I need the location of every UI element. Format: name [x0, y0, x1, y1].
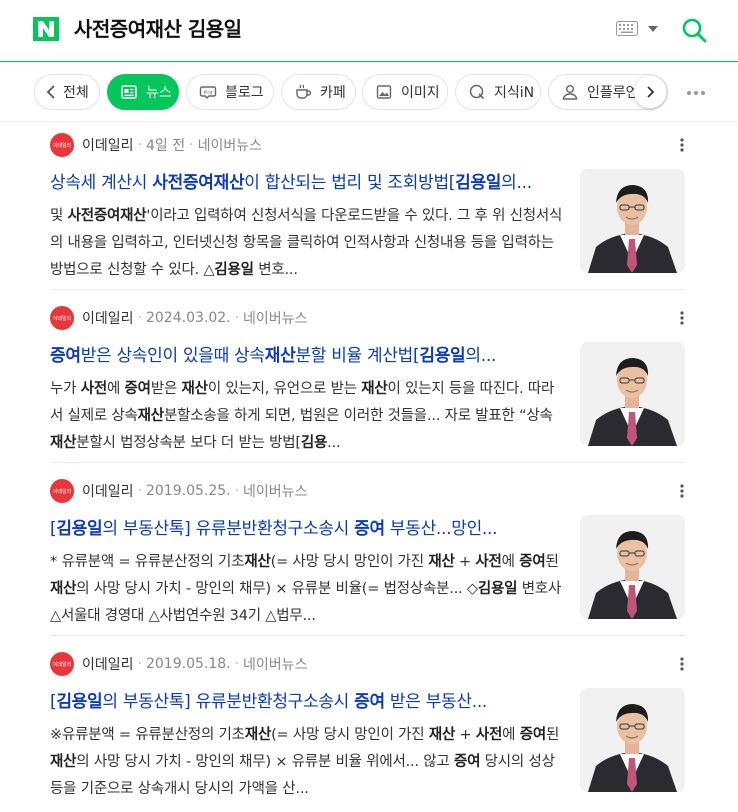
- tab-blog[interactable]: blog 블로그: [186, 74, 274, 110]
- naver-logo-icon[interactable]: [33, 17, 59, 41]
- tab-all[interactable]: 전체: [34, 74, 100, 110]
- news-result-item: 이데일리 이데일리 · 4일 전 · 네이버뉴스 상속세 계산시 사전증여재산이 합산되는 …: [50, 133, 686, 293]
- separator-dot: ·: [234, 656, 240, 672]
- result-description: 및 사전증여재산'이라고 입력하여 신청서식을 다운로드받을 수 있다. 그 후…: [50, 208, 563, 278]
- tab-cafe[interactable]: 카페: [281, 74, 356, 110]
- more-horizontal-icon[interactable]: [686, 90, 706, 96]
- tab-label: 카페: [320, 85, 346, 101]
- result-source-row: 이데일리 이데일리 · 2024.03.02. · 네이버뉴스: [50, 306, 307, 330]
- press-logo-icon[interactable]: 이데일리: [50, 306, 74, 330]
- lawyer-portrait-thumbnail: [580, 515, 685, 619]
- result-date: 4일 전: [145, 138, 186, 154]
- result-source-row: 이데일리 이데일리 · 2019.05.25. · 네이버뉴스: [50, 479, 307, 503]
- tab-label: 지식iN: [494, 85, 535, 101]
- tab-news[interactable]: 뉴스: [107, 74, 179, 110]
- news-result-item: 이데일리 이데일리 · 2024.03.02. · 네이버뉴스 증여받은 상속인이 있을때 …: [50, 306, 686, 466]
- tab-label: 뉴스: [146, 85, 172, 101]
- lawyer-portrait-thumbnail: [580, 169, 685, 273]
- result-thumbnail[interactable]: [580, 342, 685, 446]
- search-tabs: 전체 뉴스 blog 블로그 카페 이미지 지식iN 인플루언서: [0, 62, 738, 122]
- news-result-item: 이데일리 이데일리 · 2019.05.25. · 네이버뉴스 [김용일의 부동산톡] 유류…: [50, 479, 686, 639]
- more-vertical-icon[interactable]: [680, 311, 684, 325]
- search-header: 사전증여재산 김용일: [0, 0, 738, 62]
- press-logo-icon[interactable]: 이데일리: [50, 652, 74, 676]
- chevron-down-icon[interactable]: [648, 26, 658, 32]
- result-title-link[interactable]: [김용일의 부동산톡] 유류분반환청구소송시 증여 부동산...망인...: [50, 516, 564, 542]
- separator-dot: ·: [137, 310, 142, 326]
- tab-kin[interactable]: 지식iN: [455, 74, 541, 110]
- news-icon: [121, 85, 137, 99]
- result-description: ※유류분액 = 유류분산정의 기초재산(= 사망 당시 망인이 가진 재산 + …: [50, 727, 560, 797]
- separator-dot: ·: [137, 137, 142, 153]
- separator-dot: ·: [234, 483, 240, 499]
- svg-text:blog: blog: [204, 90, 213, 95]
- tab-image[interactable]: 이미지: [362, 74, 448, 110]
- press-name[interactable]: 이데일리: [82, 135, 134, 155]
- search-query[interactable]: 사전증여재산 김용일: [74, 15, 242, 43]
- keyboard-icon[interactable]: [616, 21, 638, 36]
- more-vertical-icon[interactable]: [680, 484, 684, 498]
- lawyer-portrait-thumbnail: [580, 342, 685, 446]
- result-date: 2019.05.25.: [145, 483, 231, 499]
- naver-news-link[interactable]: 네이버뉴스: [198, 135, 262, 155]
- result-title-link[interactable]: 상속세 계산시 사전증여재산이 합산되는 법리 및 조회방법[김용일의...: [50, 170, 564, 196]
- result-source-row: 이데일리 이데일리 · 4일 전 · 네이버뉴스: [50, 133, 262, 157]
- kin-icon: [469, 84, 485, 100]
- tabs-next-button[interactable]: [634, 76, 666, 108]
- result-date: 2024.03.02.: [145, 310, 231, 326]
- press-name[interactable]: 이데일리: [82, 654, 134, 674]
- press-logo-icon[interactable]: 이데일리: [50, 479, 74, 503]
- result-divider: [50, 289, 686, 290]
- person-icon: [562, 85, 578, 100]
- result-divider: [50, 635, 686, 636]
- more-vertical-icon[interactable]: [680, 657, 684, 671]
- press-name[interactable]: 이데일리: [82, 481, 134, 501]
- search-icon[interactable]: [681, 17, 707, 43]
- naver-news-link[interactable]: 네이버뉴스: [243, 481, 307, 501]
- news-result-item: 이데일리 이데일리 · 2019.05.18. · 네이버뉴스 [김용일의 부동산톡] 유류…: [50, 652, 686, 812]
- press-logo-icon[interactable]: 이데일리: [50, 133, 74, 157]
- chevron-left-icon: [46, 85, 55, 99]
- lawyer-portrait-thumbnail: [580, 688, 685, 792]
- image-icon: [376, 85, 392, 99]
- result-title-link[interactable]: [김용일의 부동산톡] 유류분반환청구소송시 증여 받은 부동산...: [50, 689, 564, 715]
- result-source-row: 이데일리 이데일리 · 2019.05.18. · 네이버뉴스: [50, 652, 307, 676]
- result-title-link[interactable]: 증여받은 상속인이 있을때 상속재산분할 비율 계산법[김용일의...: [50, 343, 564, 369]
- naver-news-link[interactable]: 네이버뉴스: [243, 654, 307, 674]
- separator-dot: ·: [189, 137, 194, 153]
- result-thumbnail[interactable]: [580, 169, 685, 273]
- naver-news-link[interactable]: 네이버뉴스: [243, 308, 307, 328]
- result-divider: [50, 462, 686, 463]
- tab-label: 전체: [63, 85, 89, 101]
- tab-label: 블로그: [225, 85, 264, 101]
- result-description: * 유류분액 = 유류분산정의 기초재산(= 사망 당시 망인이 가진 재산 +…: [50, 554, 562, 624]
- cafe-icon: [296, 84, 312, 99]
- press-name[interactable]: 이데일리: [82, 308, 134, 328]
- separator-dot: ·: [234, 310, 240, 326]
- result-date: 2019.05.18.: [145, 656, 231, 672]
- tab-label: 이미지: [401, 85, 440, 101]
- result-description: 누가 사전에 증여받은 재산이 있는지, 유언으로 받는 재산이 있는지 등을 …: [50, 381, 555, 451]
- result-thumbnail[interactable]: [580, 515, 685, 619]
- result-thumbnail[interactable]: [580, 688, 685, 792]
- chevron-right-icon: [647, 86, 655, 98]
- separator-dot: ·: [137, 483, 142, 499]
- more-vertical-icon[interactable]: [680, 138, 684, 152]
- separator-dot: ·: [137, 656, 142, 672]
- blog-icon: blog: [199, 86, 217, 99]
